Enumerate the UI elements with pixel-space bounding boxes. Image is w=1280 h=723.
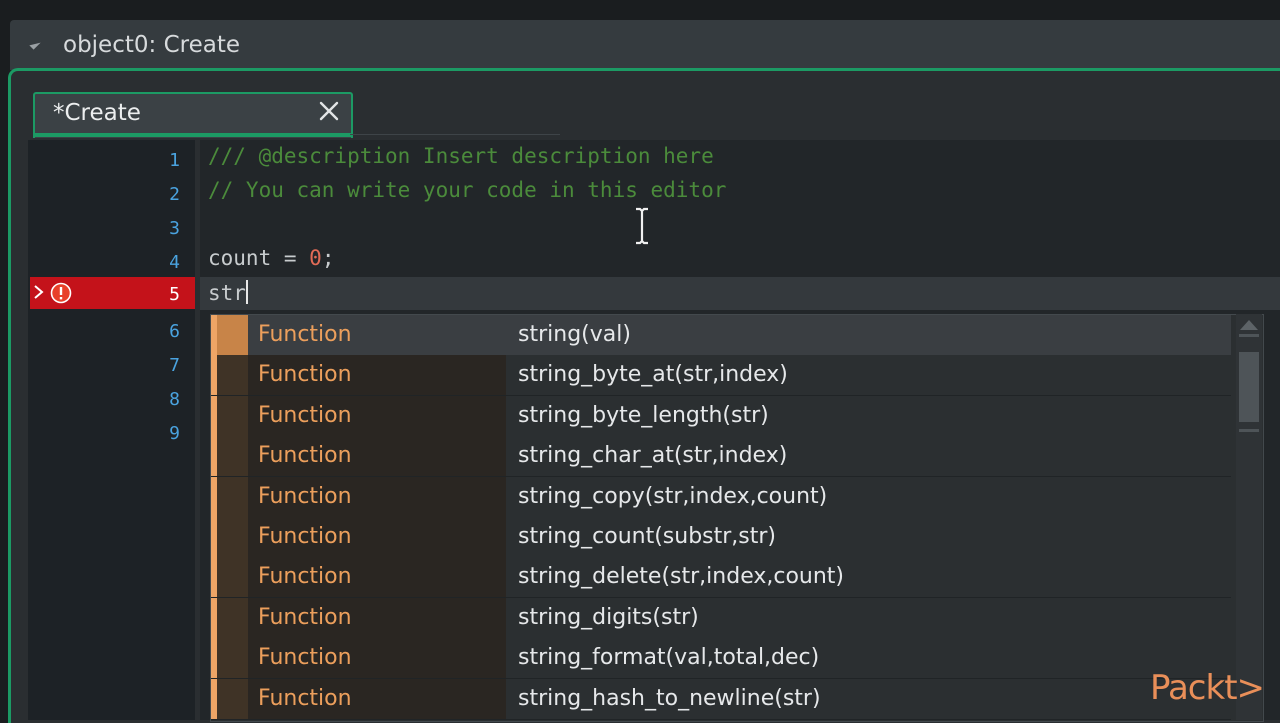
line-number: 4 [169,252,180,273]
line-number: 5 [169,284,180,305]
autocomplete-item[interactable]: Function string_byte_length(str) [211,396,1231,437]
item-category: Function [248,517,506,557]
error-line-marker[interactable]: 5 [30,277,195,309]
window-title-bar: object0: Create [10,20,1280,70]
autocomplete-item[interactable]: Function string_format(val,total,dec) [211,638,1231,679]
item-signature: string_count(substr,str) [506,517,1231,557]
item-category: Function [248,557,506,597]
window-title: object0: Create [63,32,240,58]
category-swatch-inner [217,315,248,355]
tab-create[interactable]: *Create [33,92,353,138]
category-swatch-inner [217,355,248,395]
ibeam-cursor-icon [632,207,652,249]
category-swatch-inner [217,396,248,436]
item-category: Function [248,638,506,678]
category-swatch-inner [217,477,248,517]
current-line-highlight [200,277,1280,310]
autocomplete-item[interactable]: Function string_char_at(str,index) [211,436,1231,477]
scroll-up-icon[interactable] [1240,320,1258,330]
item-category: Function [248,436,506,476]
scrollbar-grip [1239,334,1259,337]
category-swatch-inner [217,679,248,719]
item-signature: string_digits(str) [506,598,1231,638]
line-number: 8 [169,389,180,410]
item-signature: string_char_at(str,index) [506,436,1231,476]
item-category: Function [248,598,506,638]
autocomplete-item[interactable]: Function string_delete(str,index,count) [211,557,1231,598]
autocomplete-item[interactable]: Function string_digits(str) [211,598,1231,639]
autocomplete-item[interactable]: Function string_count(substr,str) [211,517,1231,558]
code-line-1[interactable]: /// @description Insert description here [208,144,714,168]
tab-label: *Create [53,100,141,126]
autocomplete-item[interactable]: Function string_byte_at(str,index) [211,355,1231,396]
autocomplete-scrollbar[interactable] [1236,314,1262,720]
category-swatch-inner [217,638,248,678]
line-number: 3 [169,218,180,239]
autocomplete-popup[interactable]: Function string(val) Function string_byt… [210,314,1264,722]
line-number: 6 [169,321,180,342]
operator: = [271,246,310,270]
line-number: 7 [169,355,180,376]
code-line-2[interactable]: // You can write your code in this edito… [208,178,726,202]
tab-active-indicator [33,133,351,137]
item-signature: string_copy(str,index,count) [506,477,1231,517]
category-swatch-inner [217,517,248,557]
item-signature: string_delete(str,index,count) [506,557,1231,597]
number-literal: 0 [309,246,322,270]
code-line-5[interactable]: str [208,280,248,305]
autocomplete-item[interactable]: Function string_hash_to_newline(str) [211,679,1231,720]
item-signature: string_format(val,total,dec) [506,638,1231,678]
code-line-4[interactable]: count = 0; [208,246,334,270]
line-number: 9 [169,423,180,444]
category-swatch-inner [217,436,248,476]
scrollbar-thumb[interactable] [1239,352,1259,422]
item-signature: string(val) [506,315,1231,355]
category-swatch-inner [217,598,248,638]
identifier: count [208,246,272,270]
item-category: Function [248,396,506,436]
item-category: Function [248,477,506,517]
scrollbar-grip [1239,429,1259,432]
text-caret [245,280,248,304]
item-signature: string_byte_at(str,index) [506,355,1231,395]
divider [350,134,560,135]
category-swatch-inner [217,557,248,597]
item-category: Function [248,355,506,395]
item-category: Function [248,679,506,719]
close-icon[interactable] [317,99,341,123]
item-signature: string_byte_length(str) [506,396,1231,436]
semicolon: ; [321,246,335,270]
autocomplete-item[interactable]: Function string(val) [211,315,1231,356]
typed-text: str [208,281,246,305]
collapse-icon[interactable] [29,38,41,50]
item-category: Function [248,315,506,355]
line-number: 1 [169,150,180,171]
item-signature: string_hash_to_newline(str) [506,679,1231,719]
autocomplete-item[interactable]: Function string_copy(str,index,count) [211,477,1231,518]
line-number: 2 [169,184,180,205]
packt-logo: Packt> [1150,668,1265,708]
